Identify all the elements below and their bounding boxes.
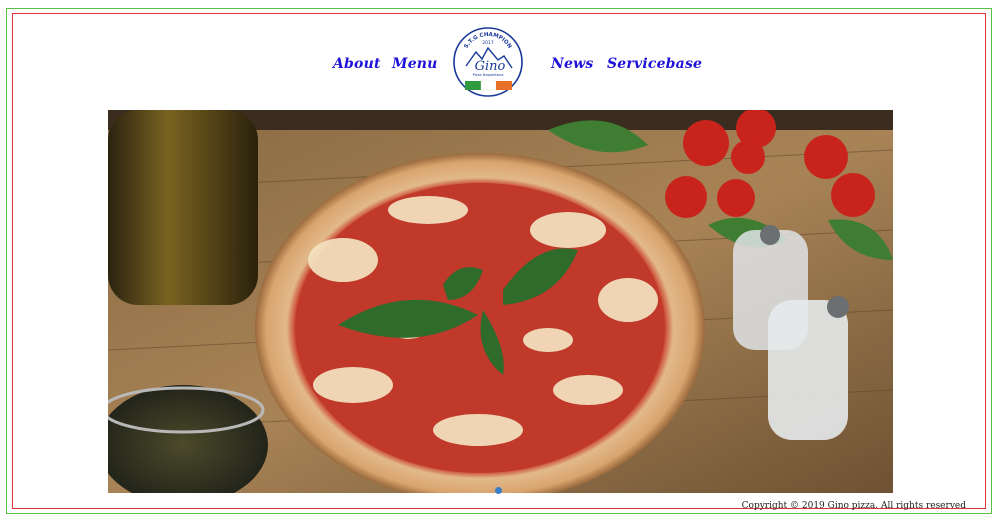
main-navigation: About Menu S.T.G CHAMPION 2017 Gino Pizz… [0,0,1000,110]
nav-link-news[interactable]: News [551,56,593,72]
nav-link-servicebase[interactable]: Servicebase [607,56,702,72]
hero-pizza-image [108,110,893,493]
gino-pizza-logo[interactable]: S.T.G CHAMPION 2017 Gino Pizza Napoletan… [452,26,524,98]
logo-subtitle: Pizza Napoletana [473,73,504,77]
logo-brand: Gino [475,59,506,74]
nav-link-menu[interactable]: Menu [392,56,438,72]
logo-year: 2017 [482,40,494,46]
copyright-text: Copyright © 2019 Gino pizza. All rights … [741,501,966,511]
nav-link-about[interactable]: About [333,56,381,72]
carousel-dot-active[interactable] [495,487,502,494]
